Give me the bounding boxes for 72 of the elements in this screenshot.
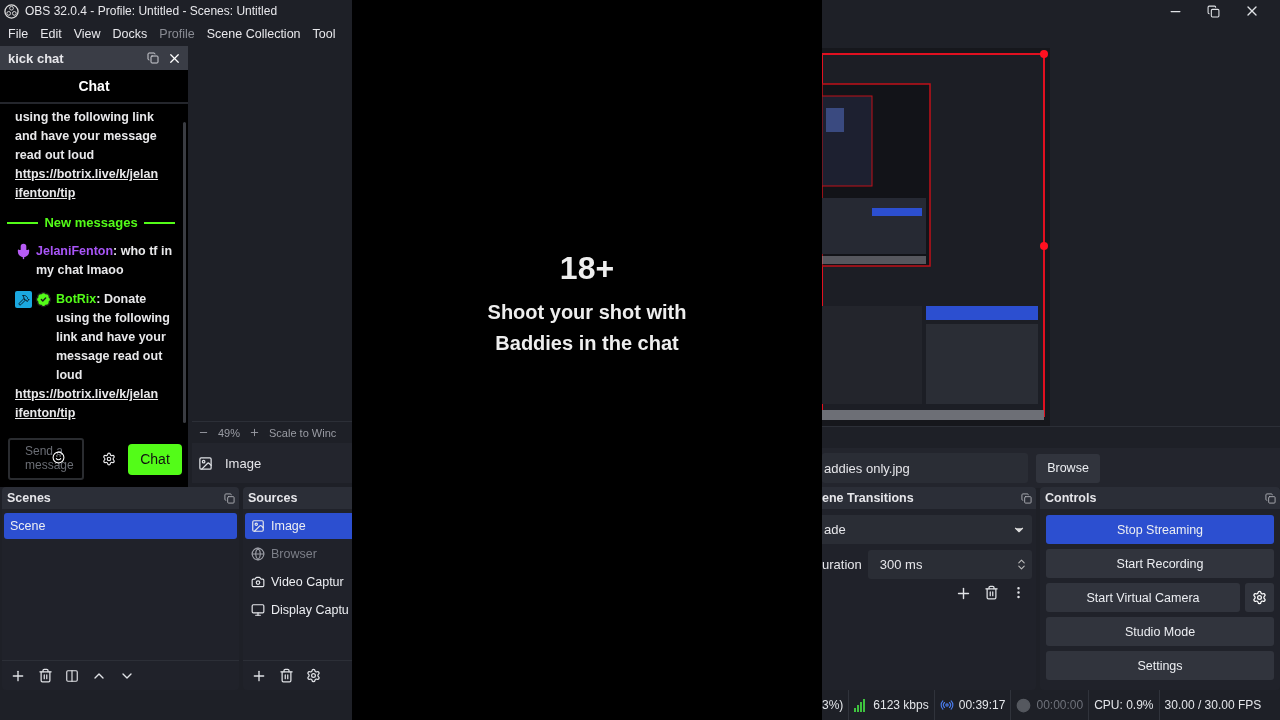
menu-item[interactable]: Tool bbox=[306, 27, 342, 41]
control-button[interactable]: Start Recording bbox=[1046, 549, 1274, 578]
status-text: 30.00 / 30.00 FPS bbox=[1164, 698, 1262, 712]
source-name: Image bbox=[225, 455, 262, 471]
trash-icon[interactable] bbox=[279, 668, 294, 683]
camera-icon bbox=[251, 575, 265, 589]
browse-button[interactable]: Browse bbox=[1036, 453, 1100, 483]
filter-icon[interactable] bbox=[65, 668, 79, 683]
trash-icon[interactable] bbox=[984, 585, 999, 600]
panel-title: Controls bbox=[1045, 491, 1097, 505]
link[interactable]: https://botrix.live/k/jelanifenton/tip bbox=[15, 385, 161, 423]
status-text: 00:39:17 bbox=[958, 698, 1006, 712]
menu-item[interactable]: Docks bbox=[106, 27, 154, 41]
float-icon[interactable] bbox=[224, 492, 235, 504]
status-text: 00:00:00 bbox=[1036, 698, 1084, 712]
menu-item[interactable]: Scene Collection bbox=[200, 27, 307, 41]
float-icon[interactable] bbox=[1021, 492, 1032, 504]
chat-send-button[interactable]: Chat bbox=[128, 443, 182, 475]
image-icon bbox=[198, 455, 213, 471]
panel-title: ene Transitions bbox=[822, 491, 914, 505]
gear-icon bbox=[1252, 590, 1267, 605]
trash-icon[interactable] bbox=[38, 668, 53, 683]
control-button[interactable]: Start Virtual Camera bbox=[1046, 583, 1240, 612]
transition-dropdown[interactable]: ade bbox=[822, 515, 1032, 544]
float-icon[interactable] bbox=[1265, 492, 1276, 504]
app-logo-icon bbox=[4, 3, 19, 19]
spinner-arrows-icon[interactable] bbox=[1015, 558, 1028, 571]
chat-message: JelaniFenton: who tf in my chat lmaoo bbox=[36, 243, 174, 279]
zoom-in-icon[interactable] bbox=[249, 427, 261, 438]
control-button[interactable]: Settings bbox=[1046, 651, 1274, 680]
settings-icon[interactable] bbox=[306, 668, 321, 683]
zoom-level: 49% bbox=[218, 426, 241, 439]
panel-title: Scenes bbox=[7, 491, 51, 505]
verified-badge-icon bbox=[35, 291, 52, 308]
hammer-badge-icon bbox=[15, 291, 32, 308]
status-text: 6123 kbps bbox=[873, 698, 929, 712]
image-icon bbox=[251, 519, 265, 533]
add-icon[interactable] bbox=[955, 585, 972, 602]
chat-header: Chat bbox=[78, 78, 110, 94]
settings-icon[interactable] bbox=[102, 452, 116, 466]
menu-item[interactable]: View bbox=[67, 27, 107, 41]
chat-message: BotRix: Donate using the following link and have your message read out loud bbox=[56, 291, 171, 384]
menu-item[interactable]: Edit bbox=[34, 27, 68, 41]
duration-field[interactable]: 300 ms bbox=[867, 550, 1032, 579]
source-item[interactable]: Image bbox=[245, 513, 352, 539]
new-messages-divider: New messages bbox=[44, 214, 138, 232]
field-label: uration bbox=[822, 557, 862, 572]
overlay-text: Baddies in the chat bbox=[495, 331, 679, 356]
control-button[interactable]: Stop Streaming bbox=[1046, 515, 1274, 544]
globe-icon bbox=[251, 547, 265, 561]
broadcast-icon bbox=[939, 698, 954, 712]
link[interactable]: https://botrix.live/k/jelanifenton/tip bbox=[15, 165, 161, 203]
source-item[interactable]: Display Captu bbox=[245, 597, 352, 623]
record-dot-icon bbox=[1016, 697, 1032, 713]
age-rating: 18+ bbox=[559, 250, 615, 287]
status-text: CPU: 0.9% bbox=[1094, 698, 1154, 712]
status-text: 3%) bbox=[822, 698, 844, 712]
panel-title: Sources bbox=[248, 491, 298, 505]
virtual-camera-settings-button[interactable] bbox=[1245, 583, 1274, 612]
scale-dropdown[interactable]: Scale to Winc bbox=[269, 426, 337, 439]
control-button[interactable]: Studio Mode bbox=[1046, 617, 1274, 646]
dock-title: kick chat bbox=[8, 50, 64, 66]
mic-badge-icon bbox=[15, 243, 32, 260]
window-title: OBS 32.0.4 - Profile: Untitled - Scenes: Untitled bbox=[25, 4, 278, 18]
file-path-field[interactable]: addies only.jpg bbox=[822, 453, 1028, 483]
source-item[interactable]: Video Captur bbox=[245, 569, 352, 595]
float-icon[interactable] bbox=[147, 52, 159, 64]
overlay-text: Shoot your shot with bbox=[487, 300, 687, 325]
monitor-icon bbox=[251, 603, 265, 617]
scene-item[interactable]: Scene bbox=[4, 513, 237, 539]
menu-item[interactable]: File bbox=[2, 27, 35, 41]
restore-icon[interactable] bbox=[1207, 4, 1220, 18]
